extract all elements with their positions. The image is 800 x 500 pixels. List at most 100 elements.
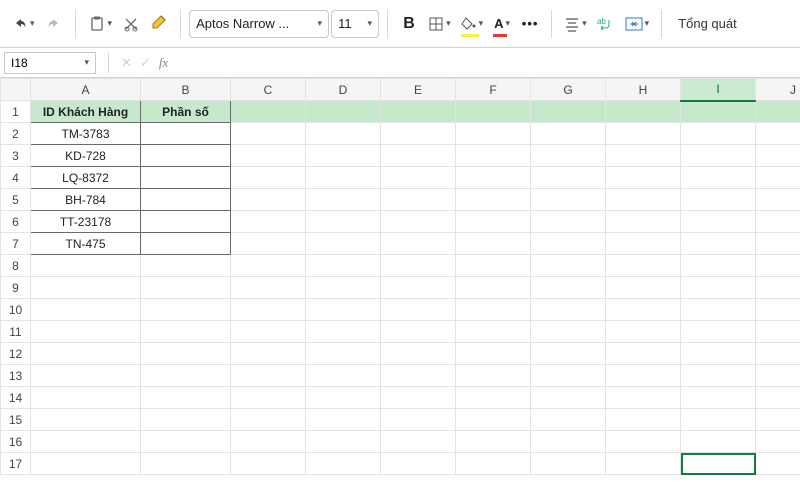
cell-G10[interactable] <box>531 299 606 321</box>
merge-cells-button[interactable]: ▾ <box>621 9 654 39</box>
cell-G1[interactable] <box>531 101 606 123</box>
cell-I6[interactable] <box>681 211 756 233</box>
cell-C12[interactable] <box>231 343 306 365</box>
cell-C7[interactable] <box>231 233 306 255</box>
select-all-corner[interactable] <box>1 79 31 101</box>
cell-D2[interactable] <box>306 123 381 145</box>
cell-C4[interactable] <box>231 167 306 189</box>
cell-A2[interactable]: TM-3783 <box>31 123 141 145</box>
cell-A1[interactable]: ID Khách Hàng <box>31 101 141 123</box>
cell-G14[interactable] <box>531 387 606 409</box>
cell-A13[interactable] <box>31 365 141 387</box>
confirm-formula-icon[interactable]: ✓ <box>140 55 151 71</box>
cell-J1[interactable] <box>756 101 800 123</box>
cell-J12[interactable] <box>756 343 800 365</box>
formula-input[interactable] <box>174 52 796 74</box>
cell-H14[interactable] <box>606 387 681 409</box>
format-painter-button[interactable] <box>146 9 172 39</box>
cell-J14[interactable] <box>756 387 800 409</box>
cell-E15[interactable] <box>381 409 456 431</box>
cell-D10[interactable] <box>306 299 381 321</box>
cell-I12[interactable] <box>681 343 756 365</box>
cell-C15[interactable] <box>231 409 306 431</box>
cell-A3[interactable]: KD-728 <box>31 145 141 167</box>
cell-I2[interactable] <box>681 123 756 145</box>
column-header-E[interactable]: E <box>381 79 456 101</box>
cell-C10[interactable] <box>231 299 306 321</box>
cell-H12[interactable] <box>606 343 681 365</box>
cell-G9[interactable] <box>531 277 606 299</box>
cell-C1[interactable] <box>231 101 306 123</box>
cell-E10[interactable] <box>381 299 456 321</box>
cell-B15[interactable] <box>141 409 231 431</box>
cell-G4[interactable] <box>531 167 606 189</box>
cell-E3[interactable] <box>381 145 456 167</box>
cell-E13[interactable] <box>381 365 456 387</box>
cell-D12[interactable] <box>306 343 381 365</box>
redo-button[interactable] <box>41 9 67 39</box>
cell-J16[interactable] <box>756 431 800 453</box>
cell-J5[interactable] <box>756 189 800 211</box>
cell-A6[interactable]: TT-23178 <box>31 211 141 233</box>
cell-A15[interactable] <box>31 409 141 431</box>
cell-G12[interactable] <box>531 343 606 365</box>
cell-D8[interactable] <box>306 255 381 277</box>
cell-E4[interactable] <box>381 167 456 189</box>
row-header[interactable]: 5 <box>1 189 31 211</box>
cell-B4[interactable] <box>141 167 231 189</box>
cell-B17[interactable] <box>141 453 231 475</box>
cell-F9[interactable] <box>456 277 531 299</box>
cell-I10[interactable] <box>681 299 756 321</box>
fill-color-button[interactable]: ▾ <box>457 9 488 39</box>
cell-A16[interactable] <box>31 431 141 453</box>
column-header-C[interactable]: C <box>231 79 306 101</box>
cell-F6[interactable] <box>456 211 531 233</box>
cell-I13[interactable] <box>681 365 756 387</box>
row-header[interactable]: 11 <box>1 321 31 343</box>
cell-B1[interactable]: Phần số <box>141 101 231 123</box>
row-header[interactable]: 12 <box>1 343 31 365</box>
cell-A11[interactable] <box>31 321 141 343</box>
cell-C6[interactable] <box>231 211 306 233</box>
cell-E14[interactable] <box>381 387 456 409</box>
row-header[interactable]: 3 <box>1 145 31 167</box>
cell-J7[interactable] <box>756 233 800 255</box>
cell-G2[interactable] <box>531 123 606 145</box>
cell-H2[interactable] <box>606 123 681 145</box>
font-color-button[interactable]: A ▾ <box>489 9 515 39</box>
cell-A14[interactable] <box>31 387 141 409</box>
cell-F5[interactable] <box>456 189 531 211</box>
align-center-button[interactable]: ▾ <box>560 9 591 39</box>
cell-D3[interactable] <box>306 145 381 167</box>
cell-I8[interactable] <box>681 255 756 277</box>
column-header-A[interactable]: A <box>31 79 141 101</box>
cell-H5[interactable] <box>606 189 681 211</box>
cell-F10[interactable] <box>456 299 531 321</box>
cell-C2[interactable] <box>231 123 306 145</box>
cell-F2[interactable] <box>456 123 531 145</box>
row-header[interactable]: 1 <box>1 101 31 123</box>
cell-J10[interactable] <box>756 299 800 321</box>
cell-H17[interactable] <box>606 453 681 475</box>
cell-I9[interactable] <box>681 277 756 299</box>
cell-J9[interactable] <box>756 277 800 299</box>
cell-D1[interactable] <box>306 101 381 123</box>
cell-D13[interactable] <box>306 365 381 387</box>
fx-icon[interactable]: fx <box>159 55 168 71</box>
row-header[interactable]: 9 <box>1 277 31 299</box>
cell-G17[interactable] <box>531 453 606 475</box>
cell-B12[interactable] <box>141 343 231 365</box>
cell-B10[interactable] <box>141 299 231 321</box>
cell-B9[interactable] <box>141 277 231 299</box>
wrap-text-button[interactable]: ab <box>593 9 619 39</box>
cell-F13[interactable] <box>456 365 531 387</box>
row-header[interactable]: 16 <box>1 431 31 453</box>
cell-D15[interactable] <box>306 409 381 431</box>
cell-C8[interactable] <box>231 255 306 277</box>
number-format-select[interactable]: Tổng quát <box>670 9 745 39</box>
cell-F16[interactable] <box>456 431 531 453</box>
cell-E1[interactable] <box>381 101 456 123</box>
cell-I16[interactable] <box>681 431 756 453</box>
column-header-H[interactable]: H <box>606 79 681 101</box>
cell-F3[interactable] <box>456 145 531 167</box>
